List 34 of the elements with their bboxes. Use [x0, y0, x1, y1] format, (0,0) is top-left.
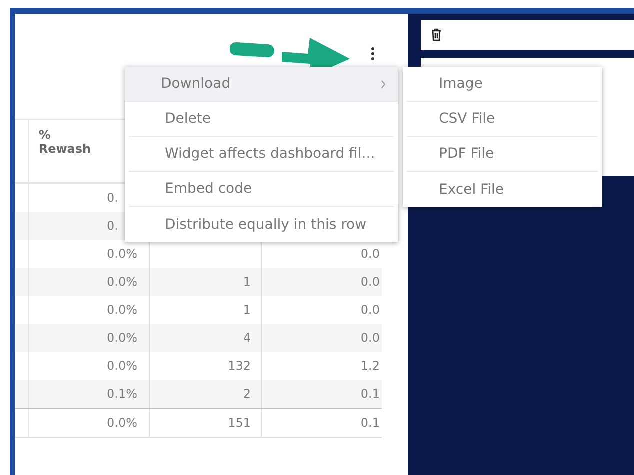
menu-item[interactable]: Widget affects dashboard fil... — [129, 137, 394, 172]
table-cell: 0.0% — [107, 303, 138, 317]
menu-item[interactable]: Download — [125, 67, 398, 102]
table-cell: 1 — [243, 303, 251, 317]
table-cell: 0.1 — [360, 416, 380, 430]
table-cell: 0.0% — [107, 275, 138, 289]
table-cell: 0.0% — [107, 416, 138, 430]
table-cell: 1.2 — [360, 359, 380, 373]
table-cell: 0.0 — [360, 275, 380, 289]
table-cell: 0.0% — [107, 359, 138, 373]
table-cell: 0.0% — [107, 331, 138, 345]
table-cell: 151 — [228, 416, 251, 430]
table-cell: 0.1 — [360, 387, 380, 401]
trash-icon[interactable] — [431, 28, 442, 42]
table-cell: 1 — [243, 275, 251, 289]
table-cell: 0.1% — [107, 387, 138, 401]
table-cell: 0.0 — [360, 247, 380, 261]
menu-item[interactable]: Excel File — [407, 172, 598, 207]
chevron-right-icon — [381, 80, 386, 88]
table-cell: 0. — [107, 219, 118, 233]
menu-item[interactable]: Image — [407, 67, 598, 102]
menu-item[interactable]: Delete — [129, 102, 394, 137]
table-cell: 0. — [107, 191, 118, 205]
table-cell: 2 — [243, 387, 251, 401]
menu-item[interactable]: Distribute equally in this row — [129, 207, 394, 242]
table-cell: 0.0 — [360, 303, 380, 317]
menu-item[interactable]: PDF File — [407, 137, 598, 172]
table-cell: 0.0% — [107, 247, 138, 261]
table-cell: 132 — [228, 359, 251, 373]
menu-item[interactable]: CSV File — [407, 102, 598, 137]
table-cell: 4 — [243, 331, 251, 345]
table-cell: 0.0 — [360, 331, 380, 345]
menu-item[interactable]: Embed code — [129, 172, 394, 207]
more-icon[interactable] — [370, 46, 376, 62]
